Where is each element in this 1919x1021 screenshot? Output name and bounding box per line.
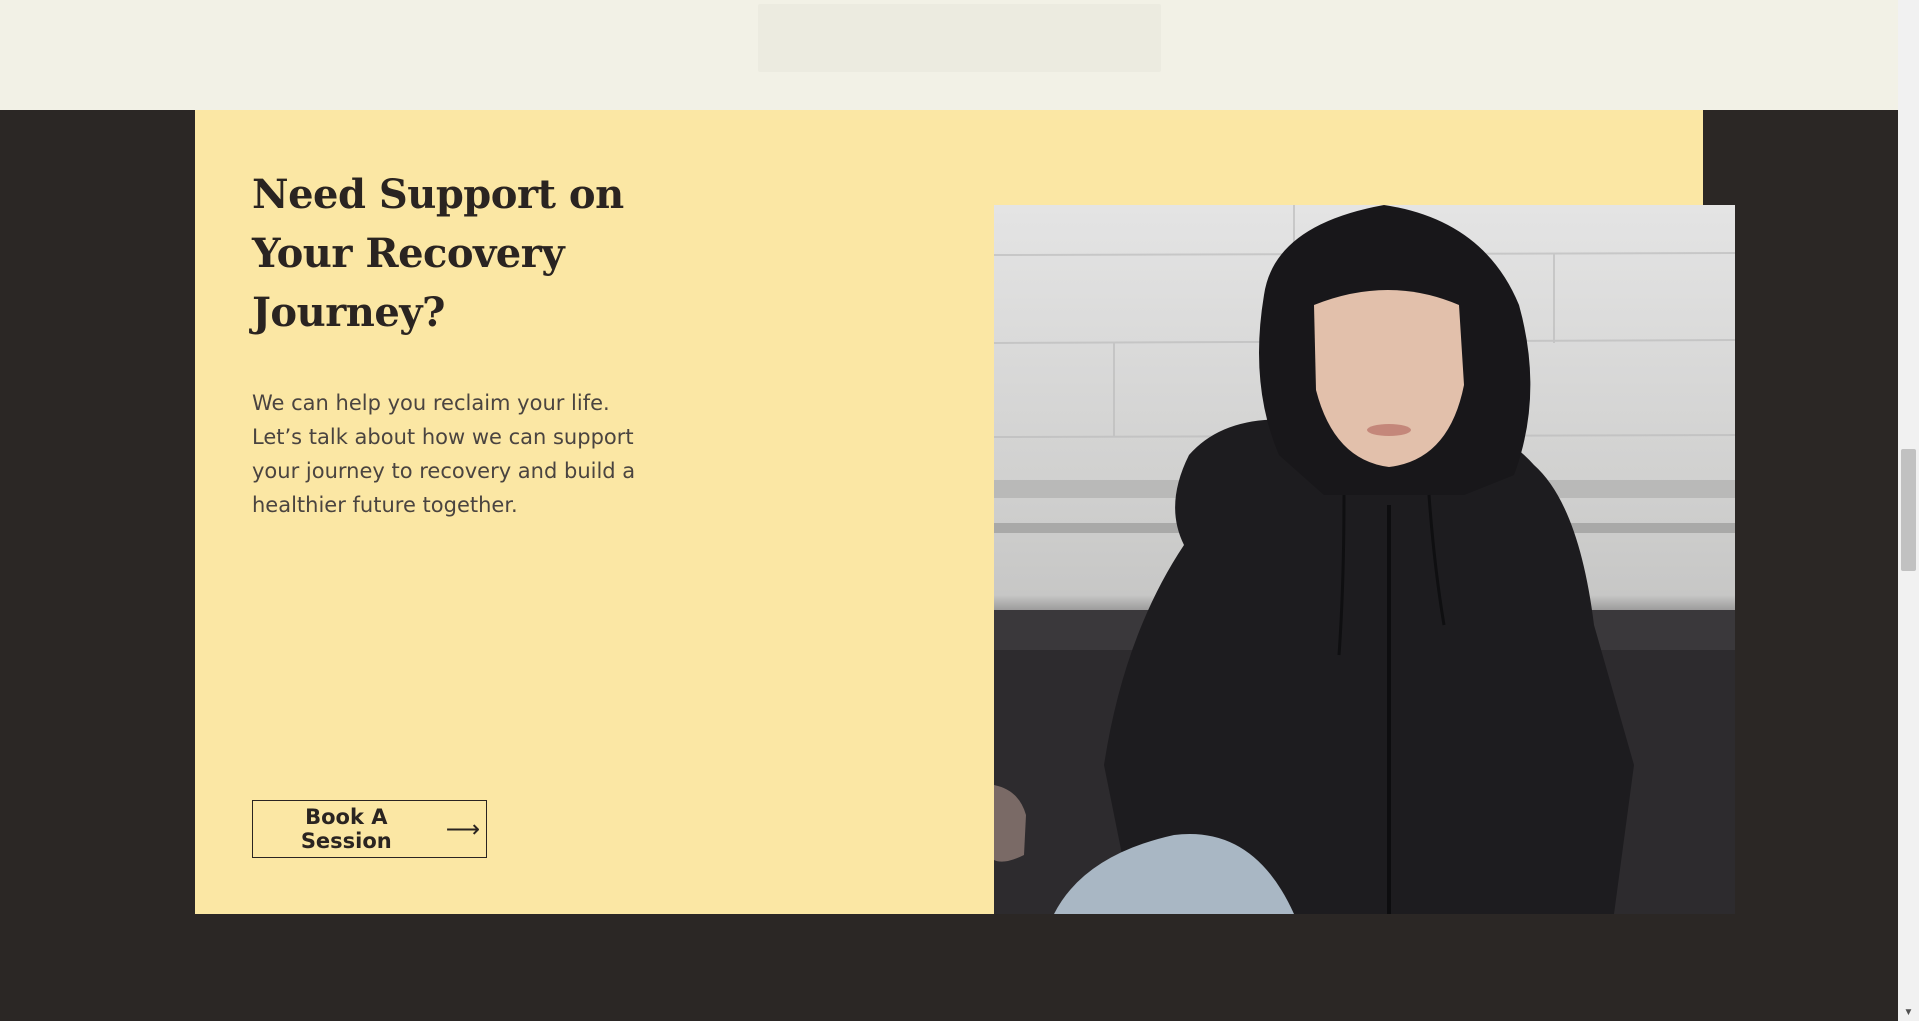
book-session-label: Book A Session [300,805,392,853]
scroll-down-arrow-icon[interactable]: ▼ [1898,1003,1919,1021]
book-session-button[interactable]: Book A Session ⟶ [252,800,487,858]
faded-button [758,4,1161,72]
scrollbar-thumb[interactable] [1901,449,1916,571]
photo-illustration [994,205,1735,914]
cta-description: We can help you reclaim your life. Let’s… [252,391,636,517]
cta-headline: Need Support on Your Recovery Journey? [252,171,624,336]
arrow-right-icon: ⟶ [445,815,480,843]
hoodie-person-photo [994,205,1735,914]
previous-section-band [0,0,1898,110]
